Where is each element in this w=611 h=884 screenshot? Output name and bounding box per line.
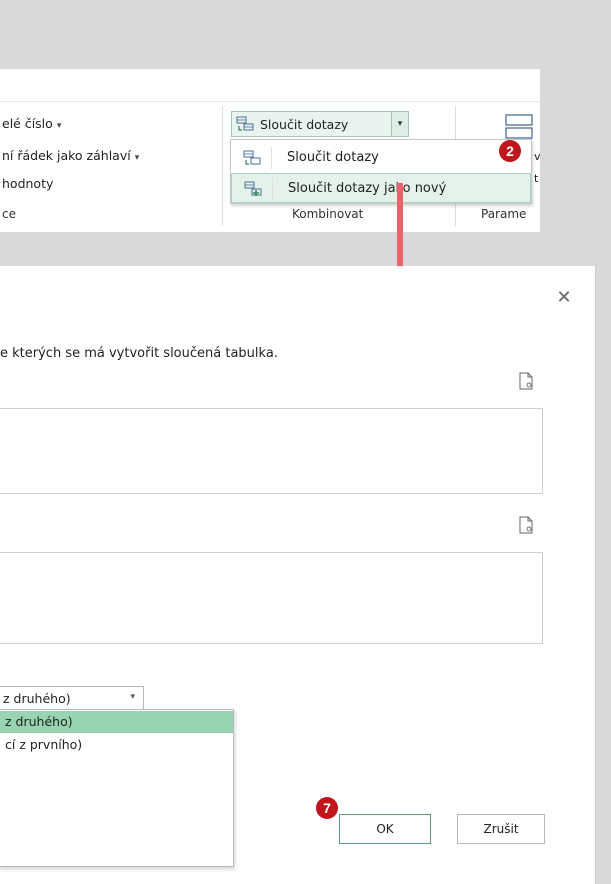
ribbon-item-use-first-row-as-headers[interactable]: ní řádek jako záhlaví ▾ (2, 148, 139, 163)
merge-queries-icon (243, 150, 261, 165)
step-badge-7: 7 (316, 797, 338, 819)
join-kind-list: z druhého) cí z prvního) (0, 709, 234, 867)
file-preview-icon[interactable] (518, 516, 534, 534)
ok-button[interactable]: OK (339, 814, 431, 844)
ribbon-item-label: ní řádek jako záhlaví (2, 148, 131, 163)
join-kind-value: z druhého) (3, 691, 71, 706)
ribbon-divider (0, 101, 540, 102)
menu-icon-separator (272, 178, 273, 200)
second-table-preview[interactable] (0, 552, 543, 644)
group-label-parameters: Parame (481, 207, 527, 221)
ribbon-item-whole-number[interactable]: elé číslo ▾ (2, 116, 61, 131)
menu-item-label: Sloučit dotazy (287, 150, 379, 165)
join-option[interactable]: cí z prvního) (0, 734, 233, 756)
menu-item-merge-queries-as-new[interactable]: Sloučit dotazy jako nový (231, 173, 531, 203)
menu-icon-separator (271, 147, 272, 169)
step-badge-2: 2 (499, 140, 521, 162)
ribbon-item-label: elé číslo (2, 116, 53, 131)
merge-dialog: ✕ e kterých se má vytvořit sloučená tabu… (0, 266, 596, 884)
ribbon-clipped-label: t (534, 172, 539, 185)
close-icon[interactable]: ✕ (556, 289, 572, 307)
merge-queries-as-new-icon (244, 181, 262, 196)
ribbon-item-label: hodnoty (2, 176, 54, 191)
menu-item-merge-queries[interactable]: Sloučit dotazy (231, 143, 531, 173)
join-option[interactable]: z druhého) (0, 711, 233, 733)
file-preview-icon[interactable] (518, 372, 534, 390)
chevron-down-icon: ▾ (130, 692, 135, 702)
group-label-transform: ce (2, 207, 16, 221)
join-kind-select[interactable]: z druhého) ▾ (0, 686, 144, 710)
manage-parameters-icon[interactable] (502, 113, 536, 141)
merge-queries-icon (236, 116, 254, 131)
group-label-combine: Kombinovat (292, 207, 364, 221)
chevron-down-icon: ▾ (134, 153, 140, 163)
ribbon-item-replace-values[interactable]: hodnoty (2, 176, 53, 191)
cancel-button[interactable]: Zrušit (457, 814, 545, 844)
merge-dropdown-menu: Sloučit dotazy Sloučit dotazy jako nový (230, 139, 532, 204)
merge-queries-label: Sloučit dotazy (260, 117, 349, 132)
dialog-description: e kterých se má vytvořit sloučená tabulk… (0, 346, 278, 361)
chevron-down-icon[interactable]: ▾ (391, 112, 408, 136)
ribbon-clipped-label: v (534, 150, 541, 163)
chevron-down-icon: ▾ (56, 121, 62, 131)
merge-queries-button[interactable]: Sloučit dotazy ▾ (231, 111, 409, 137)
group-separator (222, 106, 223, 226)
menu-item-label: Sloučit dotazy jako nový (288, 181, 447, 196)
first-table-preview[interactable] (0, 408, 543, 494)
